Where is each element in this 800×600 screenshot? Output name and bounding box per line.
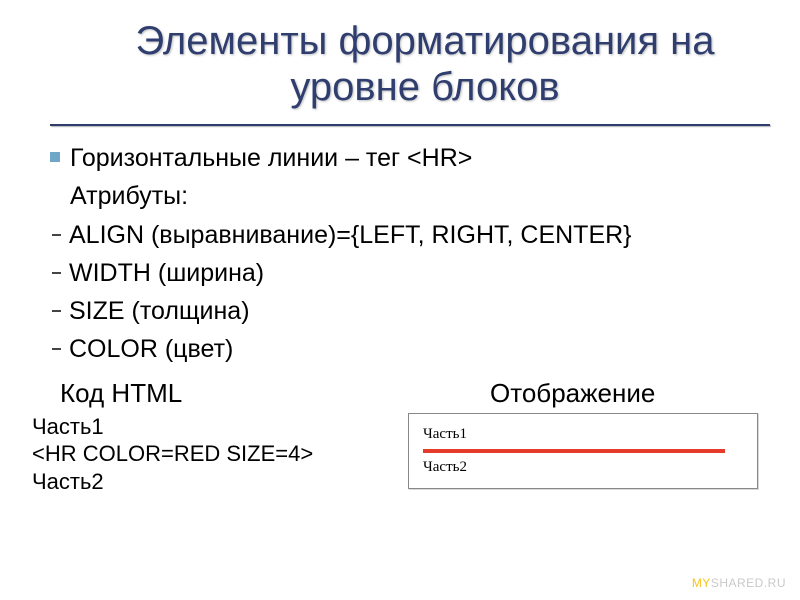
list-text: Горизонтальные линии – тег <HR>: [70, 140, 472, 176]
columns: Код HTML Часть1 <HR COLOR=RED SIZE=4> Ча…: [20, 378, 780, 496]
code-line: Часть2: [32, 468, 400, 496]
list-subitem: ALIGN (выравнивание)={LEFT, RIGHT, CENTE…: [50, 217, 780, 253]
dash-bullet-icon: [52, 348, 61, 350]
list-subitem: SIZE (толщина): [50, 293, 780, 329]
watermark-text: SHARED.RU: [711, 576, 786, 590]
body-list: Горизонтальные линии – тег <HR> Атрибуты…: [20, 140, 780, 368]
dash-bullet-icon: [52, 272, 61, 274]
watermark: MYSHARED.RU: [692, 576, 786, 590]
watermark-accent: MY: [692, 576, 711, 590]
list-text: Атрибуты:: [70, 178, 188, 214]
render-preview-box: Часть1 Часть2: [408, 413, 758, 489]
code-column: Код HTML Часть1 <HR COLOR=RED SIZE=4> Ча…: [20, 378, 400, 496]
dash-bullet-icon: [52, 310, 61, 312]
rendered-hr: [423, 449, 725, 453]
list-item: Горизонтальные линии – тег <HR>: [50, 140, 780, 176]
list-subitem: WIDTH (ширина): [50, 255, 780, 291]
list-text: COLOR (цвет): [69, 331, 233, 367]
render-text: Часть2: [423, 459, 741, 476]
code-line: <HR COLOR=RED SIZE=4>: [32, 440, 400, 468]
list-subitem: COLOR (цвет): [50, 331, 780, 367]
slide: Элементы форматирования на уровне блоков…: [0, 0, 800, 600]
title-underline: [50, 124, 770, 126]
list-item: Атрибуты:: [50, 178, 780, 214]
list-text: ALIGN (выравнивание)={LEFT, RIGHT, CENTE…: [69, 217, 632, 253]
code-line: Часть1: [32, 413, 400, 441]
code-header: Код HTML: [20, 378, 400, 409]
render-header: Отображение: [400, 378, 780, 409]
dash-bullet-icon: [52, 234, 61, 236]
render-text: Часть1: [423, 426, 741, 443]
slide-title: Элементы форматирования на уровне блоков: [20, 12, 780, 120]
render-column: Отображение Часть1 Часть2: [400, 378, 780, 489]
code-block: Часть1 <HR COLOR=RED SIZE=4> Часть2: [20, 413, 400, 496]
square-bullet-icon: [50, 152, 60, 162]
list-text: WIDTH (ширина): [69, 255, 264, 291]
list-text: SIZE (толщина): [69, 293, 250, 329]
